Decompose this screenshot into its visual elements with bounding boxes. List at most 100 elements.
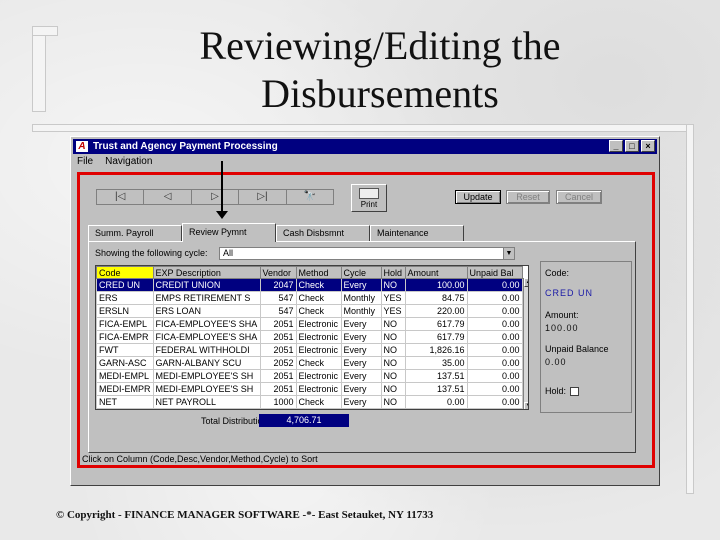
code-value: CRED UN (545, 288, 594, 298)
update-button[interactable]: Update (455, 190, 501, 204)
cell-hold: NO (380, 317, 406, 331)
copyright-footer: © Copyright - FINANCE MANAGER SOFTWARE -… (56, 509, 434, 521)
tab-maintenance[interactable]: Maintenance (370, 225, 464, 241)
cell-hold: NO (380, 382, 406, 396)
table-row[interactable]: NET NET PAYROLL 1000 Check Every NO 0.00… (96, 395, 523, 409)
amount-value: 100.00 (545, 323, 579, 333)
cell-method: Check (295, 395, 342, 409)
highlight-frame: |◁ ◁ ▷ ▷| 🔭 Print Update Reset Cancel Su… (77, 172, 655, 468)
cell-vendor: 2051 (259, 343, 297, 357)
decorative-bar (32, 26, 58, 36)
cell-amount: 35.00 (404, 356, 468, 370)
amount-label: Amount: (545, 310, 579, 320)
total-distribution-label: Total Distribution (201, 416, 268, 426)
table-row[interactable]: CRED UN CREDIT UNION 2047 Check Every NO… (96, 278, 523, 292)
column-header-description[interactable]: EXP Description (152, 266, 261, 279)
table-row[interactable]: FICA-EMPL FICA-EMPLOYEE'S SHA 2051 Elect… (96, 317, 523, 331)
prev-record-button[interactable]: ◁ (144, 190, 192, 204)
cell-cycle: Monthly (340, 291, 382, 305)
cycle-dropdown[interactable]: All ▼ (219, 247, 515, 260)
cell-method: Check (295, 356, 342, 370)
disbursement-grid: Code EXP Description Vendor Method Cycle… (95, 265, 529, 410)
table-row[interactable]: FWT FEDERAL WITHHOLDI 2051 Electronic Ev… (96, 343, 523, 357)
hold-checkbox[interactable] (570, 387, 580, 397)
cell-amount: 137.51 (404, 382, 468, 396)
tab-review-pymnt[interactable]: Review Pymnt (182, 223, 276, 242)
cell-hold: NO (380, 369, 406, 383)
menu-bar: File Navigation (77, 156, 152, 167)
scroll-down-icon[interactable]: ▼ (524, 402, 528, 409)
cell-unpaid-bal: 0.00 (466, 382, 523, 396)
reset-button[interactable]: Reset (506, 190, 550, 204)
column-header-code[interactable]: Code (96, 266, 154, 279)
print-button[interactable]: Print (351, 184, 387, 212)
status-bar-text: Click on Column (Code,Desc,Vendor,Method… (82, 454, 318, 464)
cancel-button[interactable]: Cancel (556, 190, 602, 204)
menu-file[interactable]: File (77, 156, 93, 167)
column-header-hold: Hold (380, 266, 406, 279)
cell-description: MEDI-EMPLOYEE'S SH (152, 369, 261, 383)
cell-cycle: Every (340, 356, 382, 370)
hold-label: Hold: (545, 386, 567, 396)
first-record-button[interactable]: |◁ (97, 190, 145, 204)
cell-cycle: Every (340, 278, 382, 292)
cell-cycle: Every (340, 395, 382, 409)
grid-scrollbar[interactable]: ▲ ▼ (523, 278, 528, 409)
cell-hold: YES (380, 291, 406, 305)
last-record-button[interactable]: ▷| (239, 190, 287, 204)
cell-hold: NO (380, 278, 406, 292)
tab-cash-disbsmnt[interactable]: Cash Disbsmnt (276, 225, 370, 241)
cell-vendor: 2051 (259, 330, 297, 344)
table-row[interactable]: ERSLN ERS LOAN 547 Check Monthly YES 220… (96, 304, 523, 318)
cell-method: Check (295, 304, 342, 318)
decorative-bar (686, 124, 694, 494)
cell-vendor: 2051 (259, 382, 297, 396)
cell-code: GARN-ASC (96, 356, 154, 370)
column-header-unpaid-bal: Unpaid Bal (466, 266, 523, 279)
title-bar[interactable]: A Trust and Agency Payment Processing _ … (73, 139, 657, 154)
table-row[interactable]: FICA-EMPR FICA-EMPLOYEE'S SHA 2051 Elect… (96, 330, 523, 344)
cell-method: Electronic (295, 382, 342, 396)
slide-title-line1: Reviewing/Editing the (199, 23, 561, 68)
chevron-down-icon[interactable]: ▼ (503, 248, 514, 259)
column-header-vendor[interactable]: Vendor (259, 266, 297, 279)
cycle-value: All (223, 248, 234, 258)
cell-description: EMPS RETIREMENT S (152, 291, 261, 305)
cell-description: NET PAYROLL (152, 395, 261, 409)
cell-amount: 220.00 (404, 304, 468, 318)
unpaid-balance-label: Unpaid Balance (545, 344, 609, 354)
app-icon: A (76, 141, 88, 152)
record-navigator: |◁ ◁ ▷ ▷| 🔭 (96, 189, 334, 205)
table-row[interactable]: GARN-ASC GARN-ALBANY SCU 2052 Check Ever… (96, 356, 523, 370)
cell-unpaid-bal: 0.00 (466, 317, 523, 331)
cell-unpaid-bal: 0.00 (466, 395, 523, 409)
detail-panel: Code: CRED UN Amount: 100.00 Unpaid Bala… (540, 261, 632, 413)
cell-amount: 137.51 (404, 369, 468, 383)
find-binoculars-icon[interactable]: 🔭 (287, 190, 333, 204)
arrow-down-icon (216, 211, 228, 219)
print-label: Print (360, 200, 378, 209)
table-row[interactable]: MEDI-EMPR MEDI-EMPLOYEE'S SH 2051 Electr… (96, 382, 523, 396)
maximize-button[interactable]: □ (625, 140, 639, 152)
column-header-method[interactable]: Method (295, 266, 342, 279)
cell-description: MEDI-EMPLOYEE'S SH (152, 382, 261, 396)
table-row[interactable]: ERS EMPS RETIREMENT S 547 Check Monthly … (96, 291, 523, 305)
app-window: A Trust and Agency Payment Processing _ … (70, 136, 660, 486)
cell-method: Check (295, 291, 342, 305)
cell-amount: 1,826.16 (404, 343, 468, 357)
close-button[interactable]: × (641, 140, 655, 152)
cell-cycle: Every (340, 382, 382, 396)
cell-description: GARN-ALBANY SCU (152, 356, 261, 370)
next-record-button[interactable]: ▷ (192, 190, 240, 204)
tab-summ-payroll[interactable]: Summ. Payroll (88, 225, 182, 241)
cell-unpaid-bal: 0.00 (466, 304, 523, 318)
column-header-cycle[interactable]: Cycle (340, 266, 382, 279)
scroll-up-icon[interactable]: ▲ (524, 278, 528, 287)
cell-vendor: 2052 (259, 356, 297, 370)
cell-code: NET (96, 395, 154, 409)
cell-code: FICA-EMPL (96, 317, 154, 331)
cell-unpaid-bal: 0.00 (466, 369, 523, 383)
minimize-button[interactable]: _ (609, 140, 623, 152)
table-row[interactable]: MEDI-EMPL MEDI-EMPLOYEE'S SH 2051 Electr… (96, 369, 523, 383)
menu-navigation[interactable]: Navigation (105, 156, 152, 167)
